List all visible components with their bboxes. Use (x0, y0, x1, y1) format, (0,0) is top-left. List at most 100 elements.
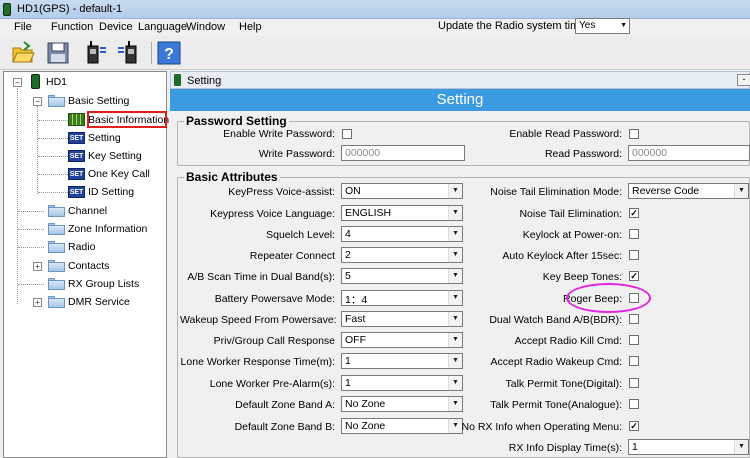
lone-worker-response-select[interactable]: 1 ▼ (341, 353, 463, 369)
enable-read-password-checkbox[interactable] (629, 129, 639, 139)
noise-tail-mode-value: Reverse Code (632, 185, 700, 197)
menu-window[interactable]: Window (186, 21, 225, 33)
menu-help[interactable]: Help (239, 21, 262, 33)
menu-device[interactable]: Device (99, 21, 133, 33)
folder-icon (48, 296, 65, 308)
wakeup-speed-select[interactable]: Fast ▼ (341, 311, 463, 327)
battery-powersave-select[interactable]: 1：4 ▼ (341, 290, 463, 306)
radio-icon (31, 74, 40, 89)
tree-rx-group-lists[interactable]: RX Group Lists (4, 276, 164, 292)
tree-setting[interactable]: SET Setting (4, 130, 164, 146)
keylock-power-on-label: Keylock at Power-on: (522, 229, 622, 241)
expand-icon[interactable]: + (33, 262, 42, 271)
tree-radio-label: Radio (68, 241, 96, 253)
save-icon[interactable] (45, 40, 71, 66)
collapse-icon[interactable]: − (13, 78, 22, 87)
battery-powersave-value: 1：4 (345, 294, 368, 306)
squelch-level-label: Squelch Level: (266, 229, 335, 241)
tree-radio[interactable]: Radio (4, 239, 164, 255)
chevron-down-icon: ▼ (620, 22, 627, 29)
tree-root[interactable]: − HD1 (4, 74, 164, 90)
talk-permit-analogue-checkbox[interactable] (629, 399, 639, 409)
panel-tab: Setting - (170, 71, 750, 89)
update-time-label: Update the Radio system time (438, 20, 586, 32)
tree-contacts[interactable]: + Contacts (4, 258, 164, 274)
enable-write-password-checkbox[interactable] (342, 129, 352, 139)
read-radio-icon[interactable] (82, 40, 108, 66)
squelch-level-select[interactable]: 4 ▼ (341, 226, 463, 242)
settings-banner: Setting (170, 89, 750, 111)
enable-write-password-label: Enable Write Password: (223, 128, 335, 140)
tree-id-setting[interactable]: SET ID Setting (4, 184, 164, 200)
menu-bar: File Function Device Language Window Hel… (0, 19, 750, 36)
tree-basic-setting[interactable]: − Basic Setting (4, 93, 164, 109)
menu-language[interactable]: Language (138, 21, 187, 33)
rx-info-display-time-select[interactable]: 1 ▼ (628, 439, 749, 455)
keylock-power-on-checkbox[interactable] (629, 229, 639, 239)
ab-scan-time-select[interactable]: 5 ▼ (341, 268, 463, 284)
squelch-level-value: 4 (345, 228, 351, 240)
lone-worker-response-value: 1 (345, 355, 351, 367)
menu-file[interactable]: File (14, 21, 32, 33)
repeater-connect-select[interactable]: 2 ▼ (341, 247, 463, 263)
tree-dmr-service[interactable]: + DMR Service (4, 294, 164, 310)
read-password-label: Read Password: (544, 148, 622, 160)
open-icon[interactable] (10, 40, 36, 66)
default-zone-a-select[interactable]: No Zone ▼ (341, 396, 463, 412)
set-icon: SET (68, 132, 85, 144)
priv-group-call-value: OFF (345, 334, 366, 346)
write-password-label: Write Password: (258, 148, 335, 160)
tree-contacts-label: Contacts (68, 260, 110, 272)
help-icon[interactable]: ? (156, 40, 182, 66)
tree-zone-information[interactable]: Zone Information (4, 221, 164, 237)
tree-channel[interactable]: Channel (4, 203, 164, 219)
default-zone-b-label: Default Zone Band B: (234, 421, 335, 433)
set-icon: SET (68, 150, 85, 162)
accept-radio-wakeup-label: Accept Radio Wakeup Cmd: (490, 356, 622, 368)
folder-icon (48, 205, 65, 217)
expand-icon[interactable]: + (33, 298, 42, 307)
wakeup-speed-label: Wakeup Speed From Powersave: (180, 314, 337, 326)
tree-channel-label: Channel (68, 205, 108, 217)
collapse-icon[interactable]: − (33, 97, 42, 106)
wakeup-speed-value: Fast (345, 313, 366, 325)
talk-permit-digital-checkbox[interactable] (629, 378, 639, 388)
rx-info-display-time-label: RX Info Display Time(s): (508, 442, 622, 454)
keypress-voice-language-label: Keypress Voice Language: (210, 208, 335, 220)
default-zone-b-select[interactable]: No Zone ▼ (341, 418, 463, 434)
tree-root-label: HD1 (46, 76, 68, 88)
key-beep-tones-label: Key Beep Tones: (542, 271, 622, 283)
noise-tail-mode-select[interactable]: Reverse Code ▼ (628, 183, 749, 199)
tree-one-key-call[interactable]: SET One Key Call (4, 166, 164, 182)
write-radio-icon[interactable] (116, 40, 142, 66)
noise-tail-elimination-checkbox[interactable]: ✓ (629, 208, 639, 218)
keypress-voice-assist-select[interactable]: ON ▼ (341, 183, 463, 199)
toolbar: ? (0, 36, 750, 70)
write-password-field[interactable]: 000000 (341, 145, 465, 161)
app-icon (3, 3, 11, 16)
accept-radio-kill-label: Accept Radio Kill Cmd: (514, 335, 622, 347)
accept-radio-kill-checkbox[interactable] (629, 335, 639, 345)
lone-worker-prealarm-select[interactable]: 1 ▼ (341, 375, 463, 391)
keypress-voice-language-select[interactable]: ENGLISH ▼ (341, 205, 463, 221)
read-password-field[interactable]: 000000 (628, 145, 750, 161)
dual-watch-checkbox[interactable] (629, 314, 639, 324)
chevron-down-icon: ▼ (734, 184, 748, 198)
accept-radio-wakeup-checkbox[interactable] (629, 356, 639, 366)
no-rx-info-checkbox[interactable]: ✓ (629, 421, 639, 431)
set-icon: SET (68, 186, 85, 198)
priv-group-call-select[interactable]: OFF ▼ (341, 332, 463, 348)
no-rx-info-label: No RX Info when Operating Menu: (461, 421, 622, 433)
menu-function[interactable]: Function (51, 21, 93, 33)
grid-icon (68, 113, 85, 126)
minimize-button[interactable]: - (737, 74, 750, 86)
tree-one-key-call-label: One Key Call (88, 168, 150, 180)
radio-icon (174, 74, 181, 86)
tree-zone-information-label: Zone Information (68, 223, 148, 235)
toolbar-separator (151, 42, 152, 64)
update-time-select[interactable]: Yes ▼ (575, 18, 630, 34)
auto-keylock-checkbox[interactable] (629, 250, 639, 260)
basic-attributes-title: Basic Attributes (184, 170, 280, 184)
tree-key-setting[interactable]: SET Key Setting (4, 148, 164, 164)
key-beep-tones-checkbox[interactable]: ✓ (629, 271, 639, 281)
